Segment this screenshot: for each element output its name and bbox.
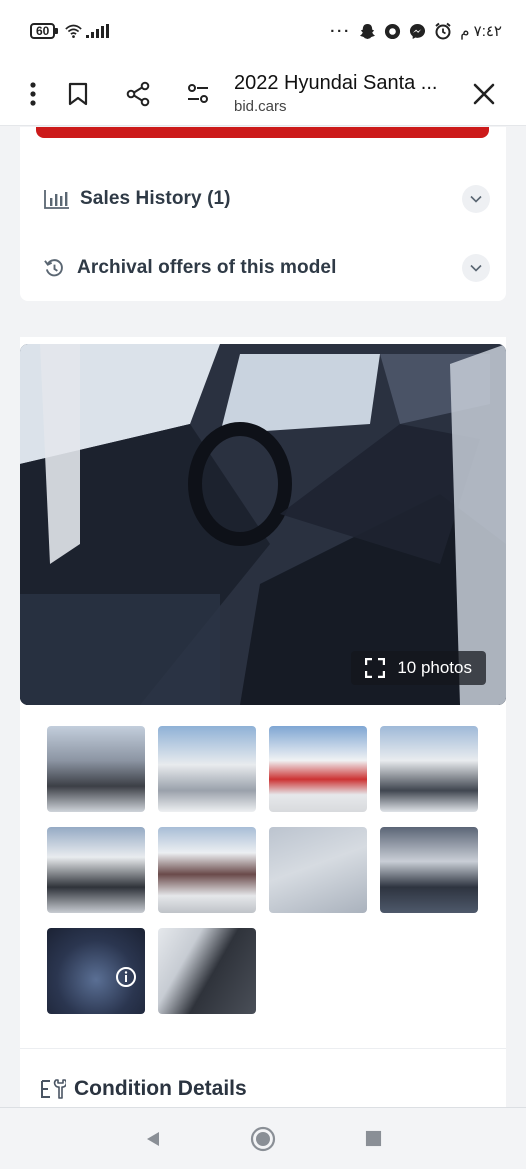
page-domain: bid.cars xyxy=(234,98,287,115)
recent-apps-icon[interactable] xyxy=(365,1130,382,1147)
action-button-edge[interactable] xyxy=(36,127,489,138)
media-card: 10 photos Condition Details xyxy=(20,337,506,1107)
photo-thumbnail[interactable] xyxy=(269,726,367,812)
alarm-icon xyxy=(435,22,451,40)
sales-history-label: Sales History (1) xyxy=(80,188,231,209)
page-settings-button[interactable] xyxy=(168,70,228,118)
status-bar: 60 ··· ٧:٤٢ م xyxy=(0,0,526,62)
condition-details-header[interactable]: Condition Details xyxy=(40,1077,247,1101)
share-button[interactable] xyxy=(108,70,168,118)
photo-count-label: 10 photos xyxy=(397,658,472,677)
close-button[interactable] xyxy=(454,70,514,118)
photo-thumbnail[interactable] xyxy=(47,827,145,913)
battery-icon: 60 xyxy=(30,23,59,39)
more-options-button[interactable] xyxy=(18,70,48,118)
app-notification-icon xyxy=(385,23,401,39)
history-icon xyxy=(44,258,63,276)
page-title-area[interactable]: 2022 Hyundai Santa ... bid.cars xyxy=(234,72,454,115)
bar-chart-icon xyxy=(44,190,69,209)
chevron-down-icon xyxy=(462,254,490,282)
photo-thumbnail[interactable] xyxy=(47,928,145,1014)
archival-offers-accordion[interactable]: Archival offers of this model xyxy=(44,248,490,288)
photo-thumbnail[interactable] xyxy=(380,726,478,812)
photo-thumbnail[interactable] xyxy=(158,827,256,913)
photo-thumbnail[interactable] xyxy=(158,928,256,1014)
signal-icon xyxy=(86,24,110,38)
share-icon xyxy=(126,81,150,106)
chevron-down-icon xyxy=(462,185,490,213)
messenger-icon xyxy=(410,23,426,39)
repair-tools-icon xyxy=(41,1079,66,1099)
browser-toolbar: 2022 Hyundai Santa ... bid.cars xyxy=(0,62,526,126)
page-content: Sales History (1) Archival offers of thi… xyxy=(0,127,526,1107)
more-notifications-icon: ··· xyxy=(330,22,352,40)
back-icon[interactable] xyxy=(144,1130,162,1148)
bookmark-icon xyxy=(68,82,88,105)
photo-thumbnail[interactable] xyxy=(380,827,478,913)
home-icon[interactable] xyxy=(250,1126,276,1152)
page-title: 2022 Hyundai Santa ... xyxy=(234,72,438,94)
photo-thumbnail[interactable] xyxy=(158,726,256,812)
photo-thumbnail[interactable] xyxy=(47,726,145,812)
bookmark-button[interactable] xyxy=(48,70,108,118)
close-icon xyxy=(473,83,495,104)
wifi-icon xyxy=(65,24,83,38)
fullscreen-icon xyxy=(365,658,386,678)
condition-details-label: Condition Details xyxy=(74,1077,247,1100)
info-circle-icon xyxy=(116,967,136,987)
sales-history-accordion[interactable]: Sales History (1) xyxy=(44,179,490,219)
status-time: ٧:٤٢ م xyxy=(460,23,502,40)
sliders-icon xyxy=(188,83,208,103)
system-navigation-bar xyxy=(0,1107,526,1169)
snapchat-icon xyxy=(360,23,376,39)
photo-count-badge[interactable]: 10 photos xyxy=(351,651,486,685)
photo-thumbnail[interactable] xyxy=(269,827,367,913)
section-divider xyxy=(20,1048,506,1049)
archival-offers-label: Archival offers of this model xyxy=(77,257,337,278)
history-card: Sales History (1) Archival offers of thi… xyxy=(20,127,506,301)
main-vehicle-photo[interactable]: 10 photos xyxy=(20,344,506,705)
more-vertical-icon xyxy=(30,81,36,106)
